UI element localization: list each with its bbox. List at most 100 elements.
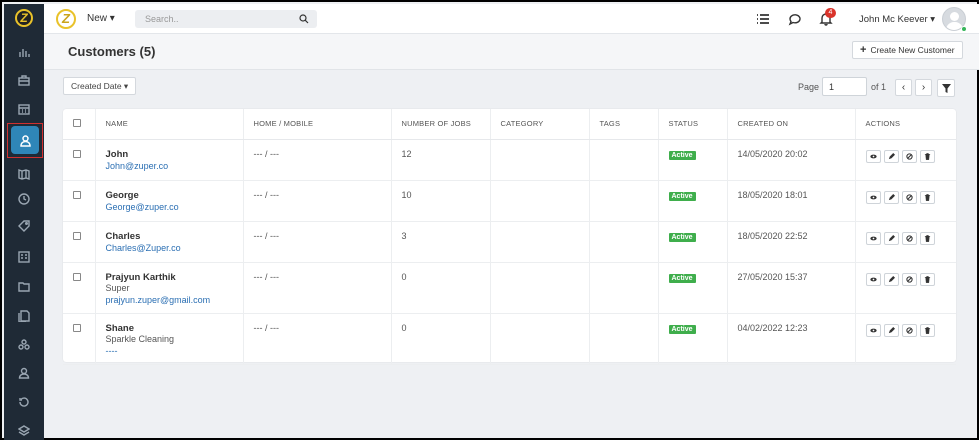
filter-button[interactable] (937, 79, 955, 97)
page-number-input[interactable] (822, 77, 867, 96)
reports-icon[interactable] (4, 42, 44, 62)
tags-icon[interactable] (4, 216, 44, 236)
delete-button[interactable] (919, 149, 935, 163)
trash-icon (924, 326, 930, 334)
column-header[interactable]: NUMBER OF JOBS (391, 109, 491, 140)
quotes-icon[interactable] (4, 247, 44, 267)
edit-button[interactable] (883, 272, 899, 286)
team-icon[interactable] (4, 335, 44, 355)
column-header[interactable]: STATUS (658, 109, 728, 140)
category-cell (490, 139, 590, 181)
customer-name[interactable]: Prajyun Karthik (106, 272, 243, 283)
eye-icon (869, 154, 877, 158)
calendar-icon[interactable] (4, 99, 44, 119)
column-header[interactable]: HOME / MOBILE (243, 109, 392, 140)
eye-icon (869, 236, 877, 240)
delete-button[interactable] (919, 323, 935, 337)
table-row[interactable]: John John@zuper.co --- / --- 12 Active 1… (63, 139, 956, 181)
edit-button[interactable] (883, 149, 899, 163)
customer-email[interactable]: ---- (106, 345, 243, 357)
new-menu-button[interactable]: New ▾ (87, 13, 115, 24)
map-icon[interactable] (4, 164, 44, 184)
row-checkbox-cell (63, 221, 96, 263)
view-button[interactable] (865, 272, 881, 286)
row-checkbox[interactable] (73, 272, 81, 281)
delete-button[interactable] (919, 272, 935, 286)
created-on-cell: 18/05/2020 18:01 (727, 180, 856, 222)
search-box (135, 10, 317, 28)
view-button[interactable] (865, 149, 881, 163)
row-checkbox[interactable] (73, 190, 81, 199)
column-header[interactable]: NAME (95, 109, 244, 140)
search-icon[interactable] (299, 14, 309, 24)
customer-name[interactable]: Charles (106, 231, 243, 242)
select-all-checkbox[interactable] (73, 118, 81, 127)
status-badge: Active (668, 232, 696, 242)
invoices-icon[interactable] (4, 306, 44, 326)
column-header[interactable]: CREATED ON (727, 109, 856, 140)
customer-name[interactable]: George (106, 190, 243, 201)
delete-button[interactable] (919, 190, 935, 204)
customer-company: Super (105, 282, 130, 293)
notification-badge: 4 (825, 8, 836, 18)
row-checkbox[interactable] (73, 323, 81, 332)
table-row[interactable]: George George@zuper.co --- / --- 10 Acti… (63, 180, 956, 222)
category-cell (490, 221, 590, 263)
create-customer-button[interactable]: + Create New Customer (852, 41, 963, 59)
trash-icon (924, 275, 930, 283)
app-logo[interactable]: Z (15, 9, 33, 27)
customer-email[interactable]: Charles@Zuper.co (106, 242, 243, 254)
deactivate-button[interactable] (901, 231, 917, 245)
view-button[interactable] (865, 231, 881, 245)
view-button[interactable] (865, 323, 881, 337)
list-view-icon[interactable] (756, 12, 770, 26)
edit-button[interactable] (883, 231, 899, 245)
status-cell: Active (658, 262, 728, 314)
customer-email[interactable]: prajyun.zuper@gmail.com (106, 294, 243, 306)
row-checkbox[interactable] (73, 231, 81, 240)
edit-button[interactable] (883, 323, 899, 337)
sort-dropdown[interactable]: Created Date ▾ (63, 77, 137, 95)
prev-page-button[interactable]: ‹ (895, 79, 912, 96)
table-row[interactable]: Prajyun Karthik Super prajyun.zuper@gmai… (63, 262, 956, 314)
status-cell: Active (658, 221, 728, 263)
view-button[interactable] (865, 190, 881, 204)
delete-button[interactable] (919, 231, 935, 245)
customer-name[interactable]: Shane (106, 323, 243, 334)
user-icon[interactable] (4, 363, 44, 383)
deactivate-button[interactable] (901, 190, 917, 204)
table-row[interactable]: Charles Charles@Zuper.co --- / --- 3 Act… (63, 221, 956, 263)
customer-name[interactable]: John (106, 149, 243, 160)
jobs-icon[interactable] (4, 70, 44, 90)
plus-icon: + (860, 44, 867, 56)
folder-icon[interactable] (4, 276, 44, 296)
deactivate-button[interactable] (901, 323, 917, 337)
chat-icon[interactable] (788, 12, 802, 26)
user-menu[interactable]: John Mc Keever ▾ (859, 14, 935, 25)
create-customer-label: Create New Customer (870, 45, 955, 55)
brand-logo[interactable]: Z (56, 9, 76, 29)
phone-cell: --- / --- (243, 313, 392, 365)
deactivate-button[interactable] (901, 272, 917, 286)
phone-cell: --- / --- (243, 139, 392, 181)
sidebar: Z (4, 4, 44, 440)
trash-icon (924, 234, 930, 242)
pencil-icon (888, 193, 895, 200)
customer-email[interactable]: George@zuper.co (106, 201, 243, 213)
search-input[interactable] (135, 10, 285, 28)
customer-cell: John John@zuper.co (95, 139, 244, 181)
column-header[interactable]: TAGS (589, 109, 659, 140)
deactivate-button[interactable] (901, 149, 917, 163)
layers-icon[interactable] (4, 421, 44, 440)
jobs-cell: 0 (391, 262, 491, 314)
customers-icon[interactable] (11, 126, 39, 154)
customer-cell: Prajyun Karthik Super prajyun.zuper@gmai… (95, 262, 244, 314)
table-row[interactable]: Shane Sparkle Cleaning ---- --- / --- 0 … (63, 313, 956, 365)
history-icon[interactable] (4, 392, 44, 412)
row-checkbox[interactable] (73, 149, 81, 158)
timesheet-icon[interactable] (4, 189, 44, 209)
next-page-button[interactable]: › (915, 79, 932, 96)
edit-button[interactable] (883, 190, 899, 204)
customer-email[interactable]: John@zuper.co (106, 160, 243, 172)
column-header[interactable]: CATEGORY (490, 109, 590, 140)
